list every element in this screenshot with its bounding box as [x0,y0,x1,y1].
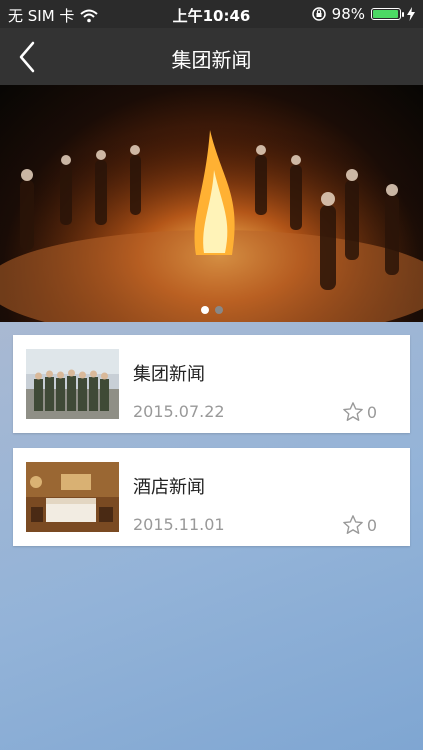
news-date: 2015.11.01 [133,515,225,534]
news-item-group[interactable]: 集团新闻 2015.07.22 0 [13,335,410,433]
news-title: 酒店新闻 [133,477,205,498]
battery-icon [371,8,404,20]
battery-percent: 98% [331,5,365,23]
star-icon[interactable] [342,514,364,536]
news-thumbnail [26,349,119,419]
carousel-indicator [0,306,423,314]
page-title: 集团新闻 [171,48,252,72]
nav-bar: 集团新闻 [0,28,423,85]
favorite-count: 0 [366,516,377,535]
news-title: 集团新闻 [133,364,205,385]
carousel-dot[interactable] [200,306,209,314]
news-date: 2015.07.22 [133,402,225,421]
carousel-dot[interactable] [214,306,223,314]
status-bar: 无 SIM 卡 上午10:46 98% [0,0,423,28]
charging-icon [407,7,415,21]
favorite-count: 0 [366,403,377,422]
banner-carousel[interactable] [0,85,423,322]
news-item-hotel[interactable]: 酒店新闻 2015.11.01 0 [13,448,410,546]
banner-image [0,85,423,322]
orientation-lock-icon [311,7,326,21]
star-icon[interactable] [342,401,364,423]
news-thumbnail [26,462,119,532]
